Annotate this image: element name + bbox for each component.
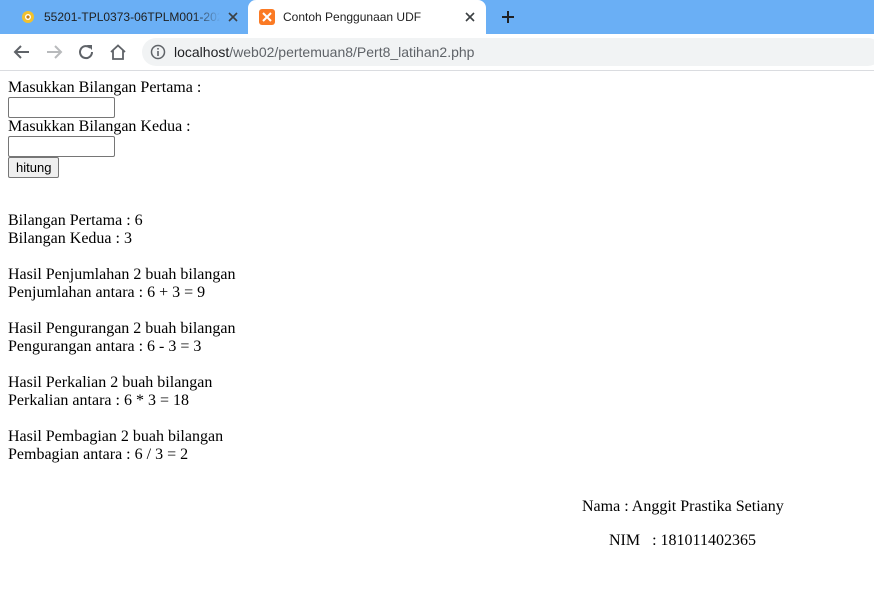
close-icon[interactable]	[462, 9, 478, 25]
back-button[interactable]	[10, 40, 34, 64]
page-content: Masukkan Bilangan Pertama : Masukkan Bil…	[8, 79, 236, 464]
reload-button[interactable]	[74, 40, 98, 64]
close-icon[interactable]	[225, 9, 241, 25]
xampp-icon	[259, 9, 275, 25]
diff-line: Pengurangan antara : 6 - 3 = 3	[8, 338, 202, 355]
author-nim: NIM : 181011402365	[609, 532, 756, 549]
plus-icon	[502, 11, 514, 23]
arrow-right-icon	[47, 45, 63, 59]
result-second: Bilangan Kedua : 3	[8, 230, 132, 247]
info-icon[interactable]	[150, 44, 166, 60]
diff-heading: Hasil Pengurangan 2 buah bilangan	[8, 320, 236, 337]
result-first: Bilangan Pertama : 6	[8, 212, 143, 229]
tab-strip: 55201-TPL0373-06TPLM001-2020 Contoh Peng…	[0, 0, 874, 34]
sum-heading: Hasil Penjumlahan 2 buah bilangan	[8, 266, 236, 283]
hitung-button[interactable]: hitung	[8, 157, 60, 178]
url-text[interactable]: localhost/web02/pertemuan8/Pert8_latihan…	[174, 44, 474, 60]
home-icon	[110, 44, 126, 60]
author-name: Nama : Anggit Prastika Setiany	[582, 498, 784, 515]
url-host: localhost	[174, 44, 230, 60]
reload-icon	[79, 45, 94, 60]
quot-line: Pembagian antara : 6 / 3 = 2	[8, 446, 189, 463]
second-number-input[interactable]	[8, 136, 115, 157]
tab-udf[interactable]: Contoh Penggunaan UDF	[248, 0, 486, 34]
first-number-input[interactable]	[8, 97, 115, 118]
quot-heading: Hasil Pembagian 2 buah bilangan	[8, 428, 224, 445]
label-second-number: Masukkan Bilangan Kedua :	[8, 118, 191, 135]
tab-course[interactable]: 55201-TPL0373-06TPLM001-2020	[0, 0, 246, 34]
forward-button[interactable]	[42, 40, 66, 64]
sum-line: Penjumlahan antara : 6 + 3 = 9	[8, 284, 206, 301]
prod-line: Perkalian antara : 6 * 3 = 18	[8, 392, 189, 409]
label-first-number: Masukkan Bilangan Pertama :	[8, 79, 202, 96]
prod-heading: Hasil Perkalian 2 buah bilangan	[8, 374, 213, 391]
arrow-left-icon	[13, 45, 29, 59]
moodle-icon	[20, 9, 36, 25]
tab-title: Contoh Penggunaan UDF	[283, 10, 422, 24]
tab-title: 55201-TPL0373-06TPLM001-2020	[44, 10, 220, 24]
url-path: /web02/pertemuan8/Pert8_latihan2.php	[229, 44, 475, 60]
new-tab-button[interactable]	[498, 7, 518, 27]
home-button[interactable]	[106, 40, 130, 64]
